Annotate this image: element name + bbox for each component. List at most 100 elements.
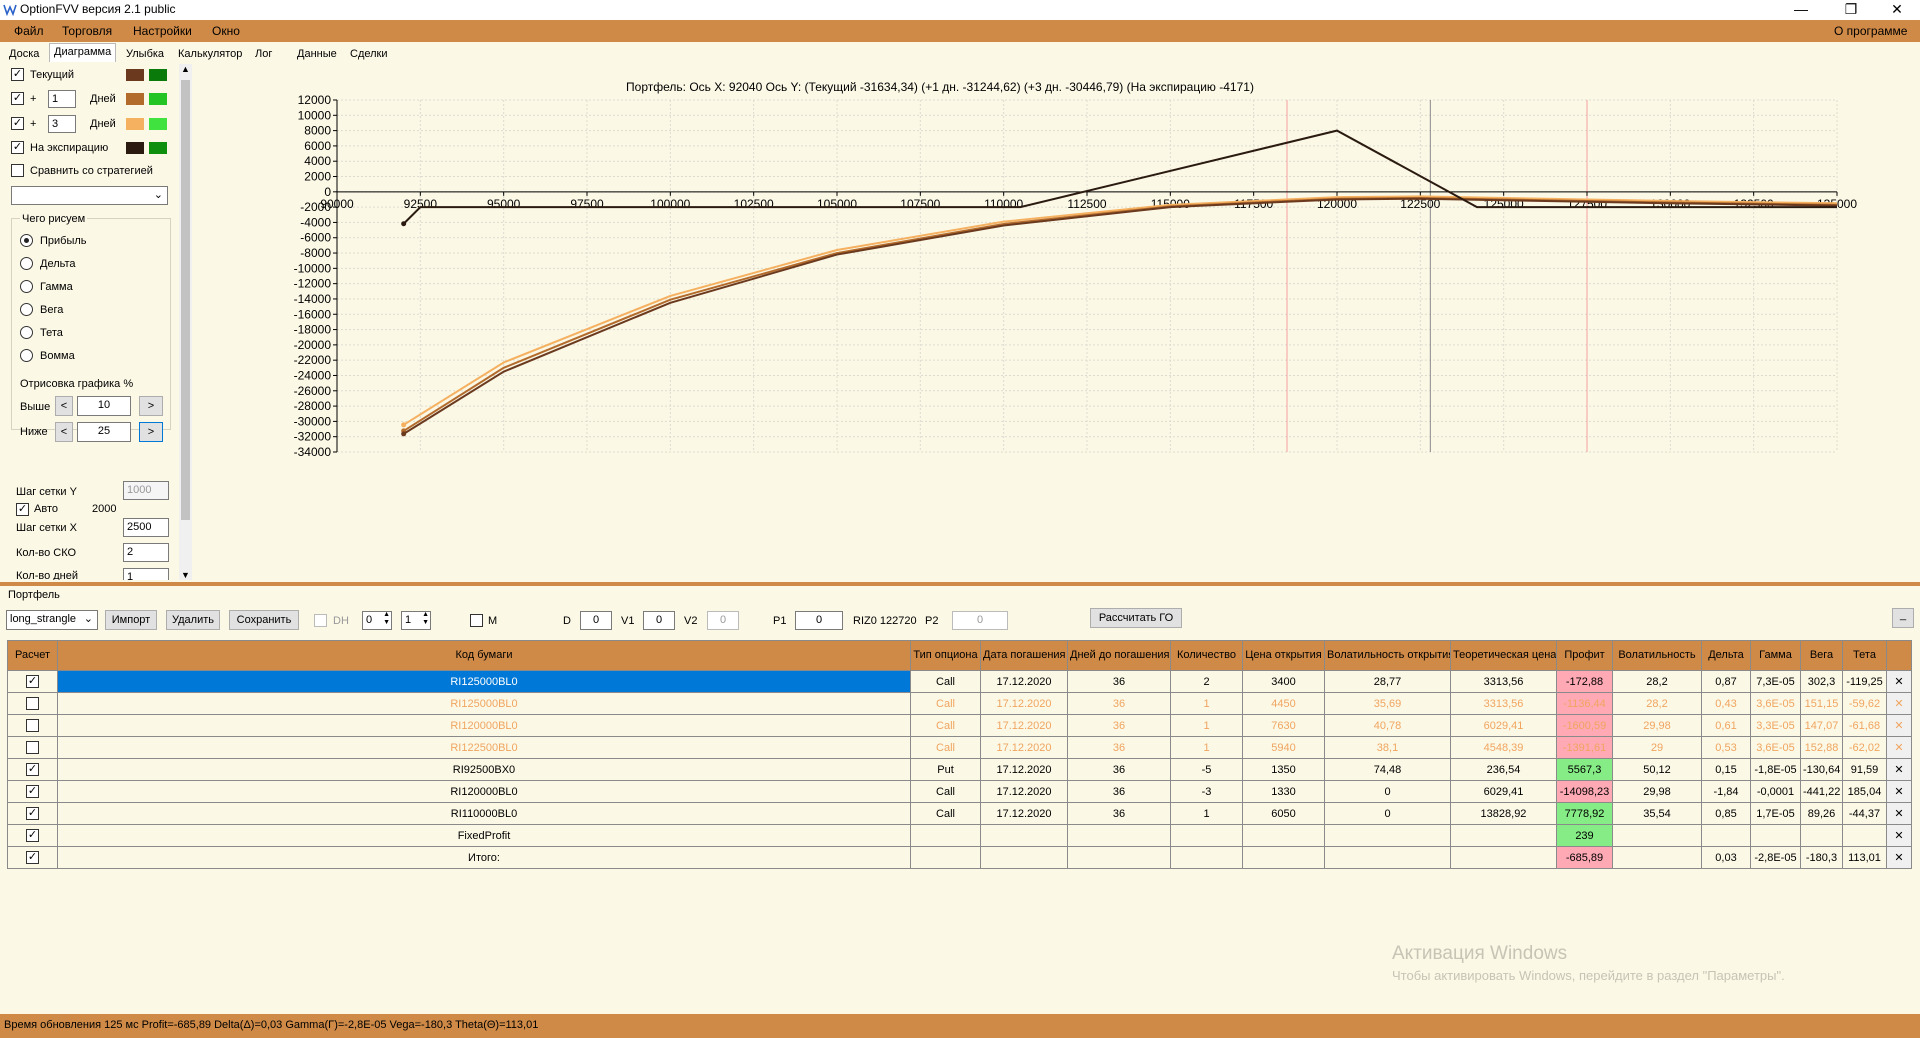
table-row[interactable]: ✓ FixedProfit 239 ✕ — [7, 824, 1912, 847]
radio-delta[interactable] — [20, 257, 33, 270]
spin-icon[interactable]: ▲ ▼ — [383, 611, 390, 627]
row-calc-checkbox[interactable] — [26, 719, 39, 732]
plus3-checkbox[interactable]: ✓ — [11, 117, 24, 130]
table-row[interactable]: ✓ RI125000BL0 Call 17.12.2020 36 2 3400 28,77 33… — [7, 670, 1912, 693]
row-delete-icon[interactable]: ✕ — [1886, 736, 1912, 759]
strategy-compare-select[interactable]: ⌄ — [11, 186, 168, 205]
row-delete-icon[interactable]: ✕ — [1886, 692, 1912, 715]
row-delete-icon[interactable]: ✕ — [1886, 758, 1912, 781]
table-row[interactable]: ✓ RI92500BX0 Put 17.12.2020 36 -5 1350 74,48 236… — [7, 758, 1912, 781]
expiry-color-b[interactable] — [149, 142, 167, 154]
row-delete-icon[interactable]: ✕ — [1886, 846, 1912, 869]
below-increase-button[interactable]: > — [139, 422, 163, 442]
tab-log[interactable]: Лог — [250, 45, 277, 62]
table-row[interactable]: ✓ Итого: -685,89 0,03 -2,8E-05 -180,3 113,01 ✕ — [7, 846, 1912, 869]
dh-a-input[interactable]: 0 ▲ ▼ — [362, 611, 392, 630]
column-header[interactable]: Дней до погашения — [1067, 640, 1171, 671]
plus1-checkbox[interactable]: ✓ — [11, 92, 24, 105]
plus3-color-b[interactable] — [149, 118, 167, 130]
column-header[interactable]: Код бумаги — [57, 640, 911, 671]
expiry-checkbox[interactable]: ✓ — [11, 141, 24, 154]
row-calc-checkbox[interactable]: ✓ — [26, 785, 39, 798]
plus3-color-a[interactable] — [126, 118, 144, 130]
column-header[interactable]: Волатильность открытия — [1324, 640, 1451, 671]
dh-checkbox[interactable] — [314, 614, 327, 627]
row-delete-icon[interactable]: ✕ — [1886, 780, 1912, 803]
days-cut-input[interactable]: 1 — [123, 568, 169, 580]
menu-about[interactable]: О программе — [1834, 24, 1907, 38]
m-checkbox[interactable] — [470, 614, 483, 627]
compare-checkbox[interactable] — [11, 164, 24, 177]
v2-input[interactable]: 0 — [707, 611, 739, 630]
row-calc-checkbox[interactable]: ✓ — [26, 851, 39, 864]
plus1-color-b[interactable] — [149, 93, 167, 105]
grid-y-input[interactable]: 1000 — [123, 481, 169, 500]
grid-x-input[interactable]: 2500 — [123, 518, 169, 537]
column-header[interactable]: Вега — [1800, 640, 1843, 671]
row-delete-icon[interactable]: ✕ — [1886, 824, 1912, 847]
plus1-days-input[interactable]: 1 — [48, 90, 76, 108]
radio-profit[interactable] — [20, 234, 33, 247]
row-delete-icon[interactable]: ✕ — [1886, 714, 1912, 737]
tab-board[interactable]: Доска — [4, 45, 44, 62]
radio-theta[interactable] — [20, 326, 33, 339]
row-calc-checkbox[interactable] — [26, 741, 39, 754]
radio-vomma[interactable] — [20, 349, 33, 362]
above-input[interactable]: 10 — [77, 396, 131, 416]
plus3-days-input[interactable]: 3 — [48, 115, 76, 133]
scroll-down-icon[interactable]: ▼ — [181, 570, 190, 580]
current-color-b[interactable] — [149, 69, 167, 81]
column-header[interactable]: Гамма — [1750, 640, 1801, 671]
p1-input[interactable]: 0 — [795, 611, 843, 630]
column-header[interactable]: Дельта — [1701, 640, 1751, 671]
v1-input[interactable]: 0 — [643, 611, 675, 630]
d-input[interactable]: 0 — [580, 611, 612, 630]
strategy-select[interactable]: long_strangle ⌄ — [6, 610, 98, 630]
auto-checkbox[interactable]: ✓ — [16, 503, 29, 516]
menu-settings[interactable]: Настройки — [133, 24, 192, 38]
table-row[interactable]: RI125000BL0 Call 17.12.2020 36 1 4450 35,69 331… — [7, 692, 1912, 715]
radio-vega[interactable] — [20, 303, 33, 316]
row-calc-checkbox[interactable]: ✓ — [26, 763, 39, 776]
scroll-up-icon[interactable]: ▲ — [181, 64, 190, 74]
save-button[interactable]: Сохранить — [229, 610, 299, 630]
minimize-panel-button[interactable]: _ — [1892, 608, 1914, 628]
spin-icon[interactable]: ▲ ▼ — [422, 611, 429, 627]
column-header[interactable] — [1886, 640, 1912, 671]
delete-button[interactable]: Удалить — [166, 610, 220, 630]
scroll-thumb[interactable] — [181, 80, 190, 520]
restore-icon[interactable]: ❐ — [1828, 0, 1874, 20]
menu-trading[interactable]: Торговля — [62, 24, 112, 38]
column-header[interactable]: Профит — [1556, 640, 1613, 671]
minimize-icon[interactable]: — — [1778, 0, 1824, 20]
table-row[interactable]: RI122500BL0 Call 17.12.2020 36 1 5940 38,1 4548… — [7, 736, 1912, 759]
row-calc-checkbox[interactable]: ✓ — [26, 829, 39, 842]
column-header[interactable]: Тип опциона — [910, 640, 981, 671]
p2-input[interactable]: 0 — [952, 611, 1008, 630]
tab-calculator[interactable]: Калькулятор — [173, 45, 247, 62]
table-row[interactable]: RI120000BL0 Call 17.12.2020 36 1 7630 40,78 602… — [7, 714, 1912, 737]
row-calc-checkbox[interactable]: ✓ — [26, 807, 39, 820]
expiry-color-a[interactable] — [126, 142, 144, 154]
column-header[interactable]: Расчет — [7, 640, 58, 671]
tab-data[interactable]: Данные — [292, 45, 342, 62]
tab-deals[interactable]: Сделки — [345, 45, 393, 62]
above-decrease-button[interactable]: < — [55, 396, 73, 416]
plus1-color-a[interactable] — [126, 93, 144, 105]
close-icon[interactable]: ✕ — [1874, 0, 1920, 20]
row-delete-icon[interactable]: ✕ — [1886, 670, 1912, 693]
menu-file[interactable]: Файл — [14, 24, 44, 38]
row-calc-checkbox[interactable]: ✓ — [26, 675, 39, 688]
column-header[interactable]: Дата погашения — [980, 640, 1068, 671]
column-header[interactable]: Теоретическая цена — [1450, 640, 1557, 671]
import-button[interactable]: Импорт — [105, 610, 157, 630]
below-input[interactable]: 25 — [77, 422, 131, 442]
tab-diagram[interactable]: Диаграмма — [49, 43, 117, 62]
current-checkbox[interactable]: ✓ — [11, 68, 24, 81]
row-delete-icon[interactable]: ✕ — [1886, 802, 1912, 825]
sko-input[interactable]: 2 — [123, 543, 169, 562]
row-calc-checkbox[interactable] — [26, 697, 39, 710]
current-color-a[interactable] — [126, 69, 144, 81]
radio-gamma[interactable] — [20, 280, 33, 293]
below-decrease-button[interactable]: < — [55, 422, 73, 442]
